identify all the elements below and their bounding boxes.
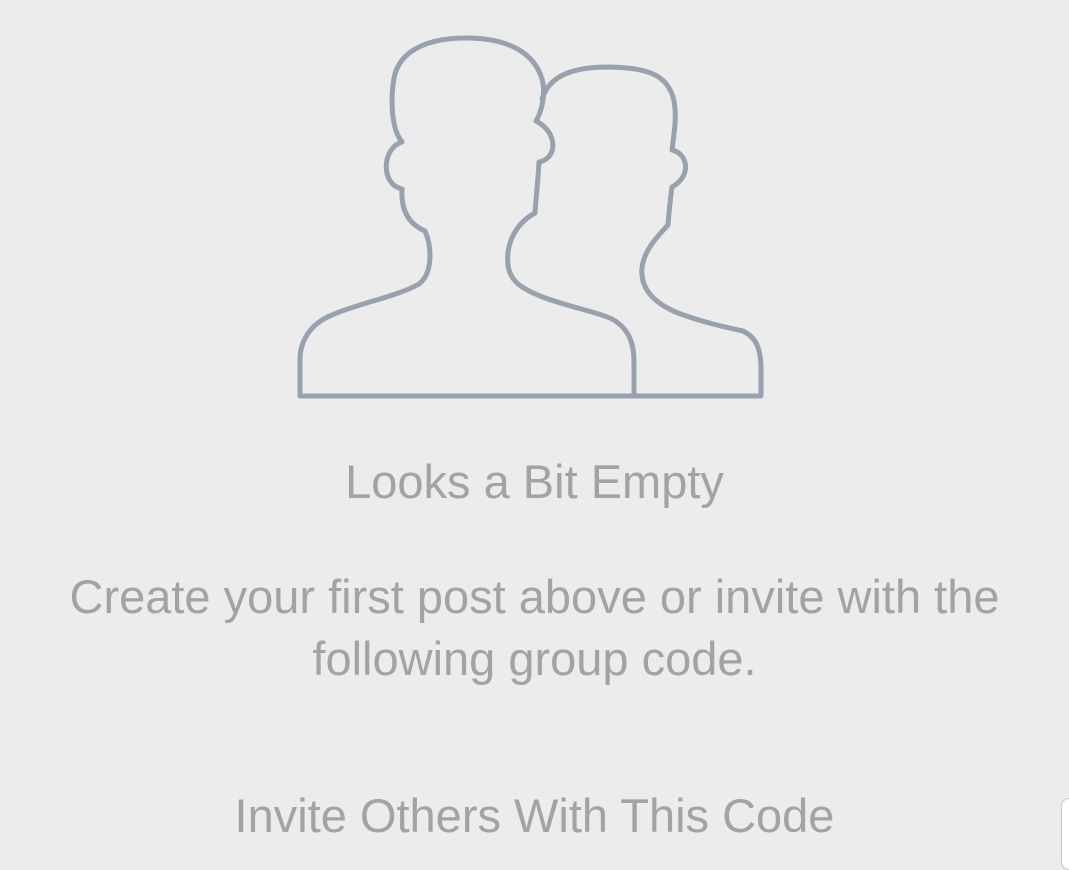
rear-person-outline	[539, 64, 764, 399]
group-feed-screen: Looks a Bit Empty Create your first post…	[0, 0, 1069, 870]
front-person-outline	[297, 35, 637, 399]
empty-feed-state: Looks a Bit Empty Create your first post…	[0, 0, 1069, 870]
partial-card-edge	[1061, 798, 1069, 870]
group-people-icon	[296, 35, 766, 401]
empty-state-message: Create your first post above or invite w…	[69, 570, 1000, 685]
invite-code-heading: Invite Others With This Code	[234, 789, 835, 842]
empty-state-title: Looks a Bit Empty	[345, 455, 724, 508]
